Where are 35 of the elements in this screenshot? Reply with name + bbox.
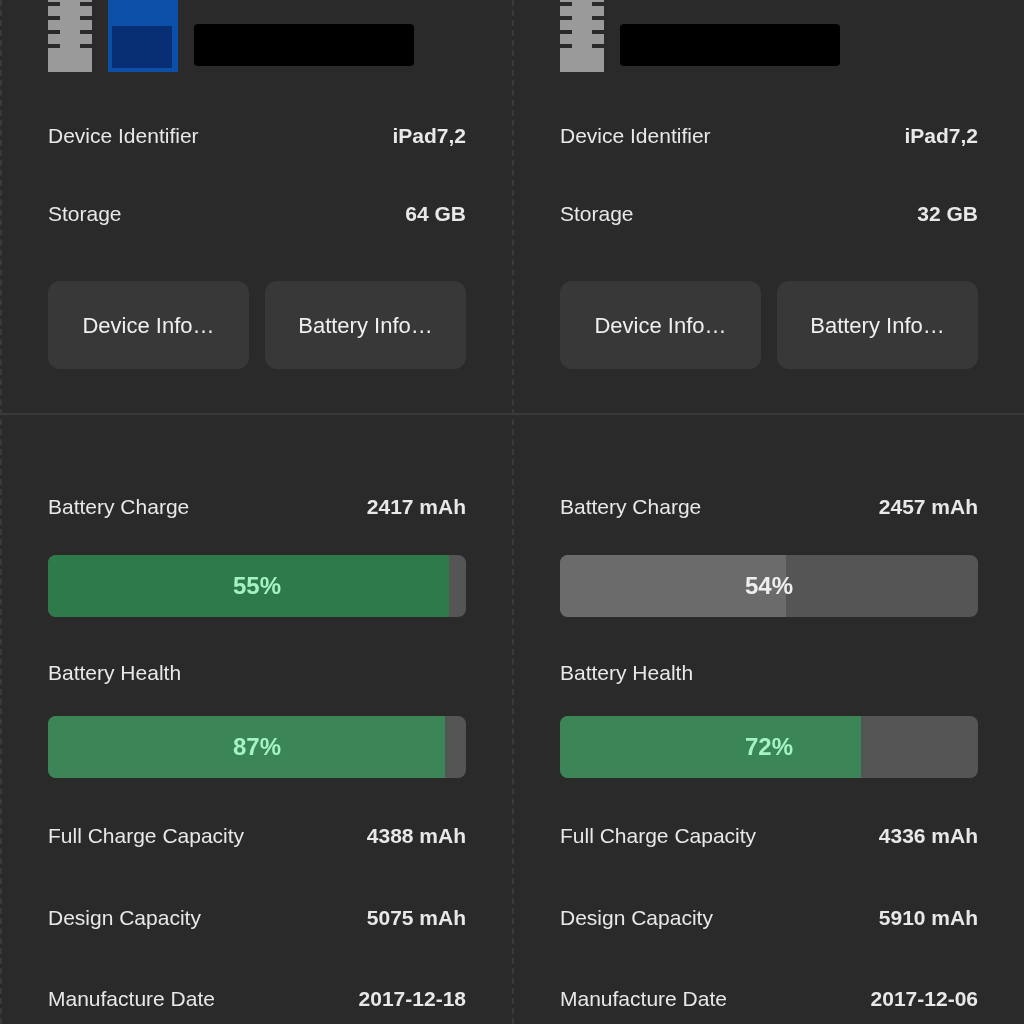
detail-label: Design Capacity — [560, 904, 713, 931]
info-button[interactable]: Battery Info… — [265, 281, 466, 369]
detail-label: Battery Charge — [48, 494, 190, 520]
detail-value: 4336 mAh — [878, 823, 978, 849]
detail-label: Manufacture Date — [560, 986, 727, 1012]
detail-value: iPad7,2 — [392, 123, 466, 149]
detail-value: 5910 mAh — [878, 904, 978, 931]
percent-label: 87% — [232, 732, 281, 762]
detail-label: Storage — [48, 200, 122, 227]
detail-label: Design Capacity — [48, 904, 201, 931]
detail-label: Battery Charge — [560, 494, 702, 520]
info-button[interactable]: Battery Info… — [777, 281, 978, 369]
detail-value: 32 GB — [917, 200, 978, 227]
detail-label: Storage — [560, 200, 634, 227]
detail-value: 64 GB — [405, 200, 466, 227]
detail-value: 2017-12-18 — [358, 986, 466, 1012]
percent-label: 55% — [232, 570, 281, 601]
info-button[interactable]: Device Info… — [48, 281, 249, 369]
detail-label: Full Charge Capacity — [48, 823, 245, 849]
detail-value: 2017-12-06 — [870, 986, 978, 1012]
detail-value: 4388 mAh — [366, 823, 466, 849]
percent-label: 54% — [744, 570, 793, 601]
detail-label: Device Identifier — [48, 123, 199, 149]
detail-label: Battery Health — [48, 659, 183, 686]
detail-value: 2417 mAh — [366, 494, 466, 520]
detail-value: iPad7,2 — [904, 123, 978, 149]
detail-label: Full Charge Capacity — [560, 823, 757, 849]
percent-label: 72% — [744, 732, 793, 762]
detail-value: 2457 mAh — [878, 494, 978, 520]
detail-label: Battery Health — [560, 659, 695, 686]
detail-label: Manufacture Date — [48, 986, 215, 1012]
tablet-icon — [108, 0, 178, 72]
detail-label: Device Identifier — [560, 123, 711, 149]
detail-value: 5075 mAh — [366, 904, 466, 931]
info-button[interactable]: Device Info… — [560, 281, 761, 369]
